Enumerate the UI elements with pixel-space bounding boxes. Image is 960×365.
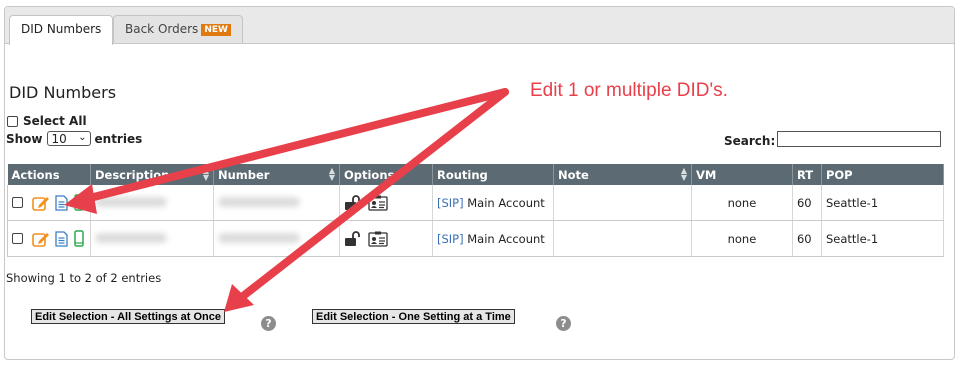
unlock-icon[interactable] (344, 194, 362, 211)
new-badge: NEW (201, 24, 231, 36)
phone-icon[interactable] (74, 194, 84, 211)
sort-icon: ▲ ▼ (328, 166, 335, 182)
redacted-number (217, 196, 300, 207)
help-icon[interactable]: ? (261, 316, 276, 331)
description-cell (90, 185, 214, 221)
table-row: [SIP] Main Account none 60 Seattle-1 (7, 185, 945, 221)
col-label: VM (695, 167, 717, 182)
col-label: POP (825, 167, 853, 182)
document-icon[interactable] (55, 230, 68, 247)
table-header-row: Actions Description ▲ ▼ Number ▲ ▼ Options R… (7, 164, 945, 185)
tab-back-orders[interactable]: Back Orders NEW (113, 15, 243, 43)
col-label: Options (343, 167, 395, 182)
table-row: [SIP] Main Account none 60 Seattle-1 (7, 220, 945, 257)
redacted-description (94, 232, 167, 243)
annotation-text: Edit 1 or multiple DID's. (530, 80, 728, 101)
col-options: Options (339, 164, 433, 185)
edit-icon[interactable] (31, 195, 50, 211)
page-title: DID Numbers (9, 83, 117, 102)
row-checkbox[interactable] (12, 233, 23, 244)
select-all-label: Select All (23, 114, 87, 128)
routing-tag[interactable]: [SIP] (437, 196, 464, 210)
vm-cell: none (691, 185, 793, 221)
number-cell (213, 220, 340, 257)
description-cell (90, 220, 214, 257)
col-description[interactable]: Description ▲ ▼ (90, 164, 214, 185)
show-label: Show (6, 131, 43, 146)
page-size-control: Show 10 ⌄ entries (6, 131, 142, 146)
routing-target: Main Account (467, 231, 545, 246)
vm-cell: none (691, 220, 793, 257)
sort-icon: ▲ ▼ (680, 166, 687, 182)
col-number[interactable]: Number ▲ ▼ (213, 164, 340, 185)
did-table: Actions Description ▲ ▼ Number ▲ ▼ Options R… (7, 164, 945, 257)
col-label: RT (796, 167, 814, 182)
col-note[interactable]: Note ▲ ▼ (553, 164, 692, 185)
unlock-icon[interactable] (344, 230, 362, 247)
redacted-description (94, 196, 167, 207)
select-all-checkbox[interactable] (7, 115, 18, 127)
edit-icon[interactable] (31, 231, 50, 247)
document-icon[interactable] (55, 194, 68, 211)
col-pop: POP (821, 164, 945, 185)
pop-cell: Seattle-1 (821, 185, 945, 221)
col-vm: VM (691, 164, 793, 185)
col-label: Number (217, 167, 270, 182)
col-label: Actions (11, 167, 60, 182)
contact-card-icon[interactable] (367, 195, 388, 211)
col-routing: Routing (432, 164, 554, 185)
rt-cell: 60 (792, 185, 822, 221)
edit-all-settings-button[interactable]: Edit Selection - All Settings at Once (31, 309, 226, 324)
table-info: Showing 1 to 2 of 2 entries (6, 271, 162, 285)
page-size-value: 10 (51, 132, 67, 146)
search-label: Search: (724, 134, 776, 148)
routing-target: Main Account (467, 195, 545, 210)
sort-icon: ▲ ▼ (202, 166, 209, 182)
routing-tag[interactable]: [SIP] (437, 232, 464, 246)
help-icon[interactable]: ? (556, 316, 571, 331)
options-cell (339, 185, 433, 221)
actions-cell (7, 185, 91, 221)
col-rt: RT (792, 164, 822, 185)
options-cell (339, 220, 433, 257)
tab-did-numbers[interactable]: DID Numbers (9, 15, 114, 45)
redacted-number (217, 232, 300, 243)
edit-one-setting-button[interactable]: Edit Selection - One Setting at a Time (312, 309, 515, 324)
chevron-down-icon: ⌄ (78, 132, 87, 143)
note-cell (553, 185, 692, 221)
row-checkbox[interactable] (12, 197, 23, 208)
contact-card-icon[interactable] (367, 231, 388, 247)
col-label: Note (557, 167, 589, 182)
routing-cell: [SIP] Main Account (432, 185, 554, 221)
entries-label: entries (94, 131, 143, 146)
routing-cell: [SIP] Main Account (432, 220, 554, 257)
phone-icon[interactable] (74, 230, 84, 247)
col-label: Routing (436, 167, 488, 182)
select-all[interactable]: Select All (7, 114, 87, 128)
actions-cell (7, 220, 91, 257)
col-actions: Actions (7, 164, 91, 185)
page-size-select[interactable]: 10 ⌄ (46, 131, 91, 146)
rt-cell: 60 (792, 220, 822, 257)
tab-label: Back Orders (125, 22, 199, 36)
note-cell (553, 220, 692, 257)
search-input[interactable] (777, 131, 941, 147)
number-cell (213, 185, 340, 221)
pop-cell: Seattle-1 (821, 220, 945, 257)
tab-bar: DID Numbers Back Orders NEW (5, 7, 954, 45)
tab-label: DID Numbers (21, 22, 102, 36)
col-label: Description (94, 167, 170, 182)
